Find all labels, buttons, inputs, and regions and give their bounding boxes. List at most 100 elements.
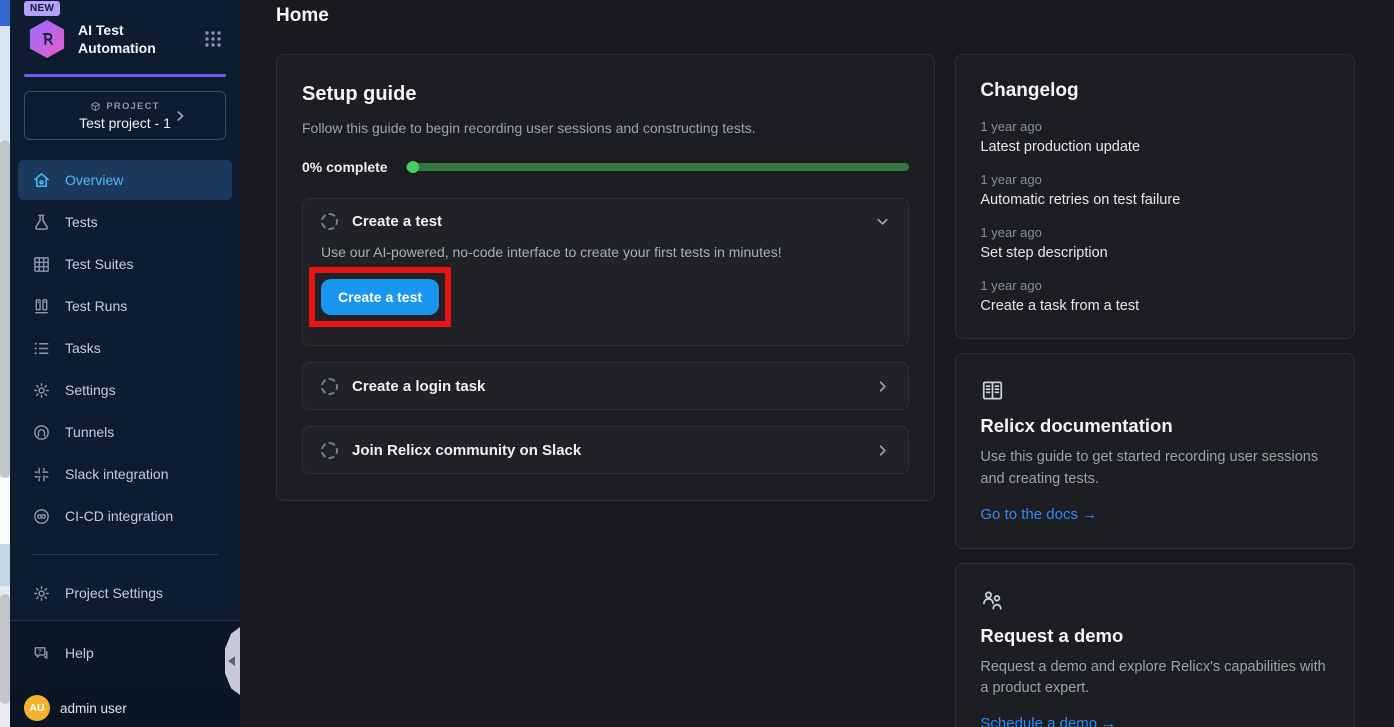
- project-name: Test project - 1: [79, 115, 171, 131]
- background-window-sliver: [0, 0, 10, 727]
- svg-text:?: ?: [38, 648, 42, 655]
- slack-icon: [32, 465, 51, 484]
- changelog-entry-title: Create a task from a test: [980, 298, 1330, 314]
- home-icon: [32, 171, 51, 190]
- setup-step-join-slack[interactable]: Join Relicx community on Slack: [302, 426, 909, 474]
- changelog-entry: 1 year ago Set step description: [980, 225, 1330, 261]
- background-segment: [0, 544, 10, 586]
- sidebar-item-label: Slack integration: [65, 466, 169, 482]
- schedule-demo-link[interactable]: Schedule a demo →: [980, 715, 1116, 727]
- changelog-entry: 1 year ago Latest production update: [980, 119, 1330, 155]
- incomplete-step-icon: [321, 213, 338, 230]
- background-segment: [0, 478, 10, 544]
- people-icon: [980, 588, 1330, 613]
- table-icon: [32, 255, 51, 274]
- step-description: Use our AI-powered, no-code interface to…: [321, 244, 890, 260]
- sidebar-item-project-settings[interactable]: Project Settings: [18, 573, 232, 613]
- sidebar-item-settings[interactable]: Settings: [18, 370, 232, 410]
- demo-description: Request a demo and explore Relicx's capa…: [980, 657, 1330, 701]
- setup-guide-card: Setup guide Follow this guide to begin r…: [276, 54, 935, 501]
- cube-icon: [90, 101, 101, 112]
- documentation-description: Use this guide to get started recording …: [980, 447, 1330, 491]
- background-segment: [0, 26, 10, 140]
- background-blue-square: [0, 0, 10, 26]
- sidebar-item-label: Test Runs: [65, 298, 127, 314]
- sidebar-item-label: Project Settings: [65, 585, 163, 601]
- changelog-time: 1 year ago: [980, 225, 1330, 240]
- changelog-time: 1 year ago: [980, 172, 1330, 187]
- tunnel-icon: [32, 423, 51, 442]
- sidebar-item-label: Settings: [65, 382, 116, 398]
- flask-icon: [32, 213, 51, 232]
- step-title: Join Relicx community on Slack: [352, 442, 581, 459]
- chevron-right-icon: [875, 443, 890, 458]
- avatar: AU: [24, 695, 50, 721]
- sidebar: NEW AI Test Automation: [10, 0, 240, 727]
- chevron-right-icon: [875, 379, 890, 394]
- user-name: admin user: [60, 701, 127, 716]
- gear-icon: [32, 381, 51, 400]
- user-menu[interactable]: AU admin user: [10, 689, 240, 727]
- sidebar-item-overview[interactable]: Overview: [18, 160, 232, 200]
- chevron-down-icon[interactable]: [875, 214, 890, 229]
- app-title: AI Test Automation: [78, 21, 156, 57]
- list-icon: [32, 339, 51, 358]
- new-badge: NEW: [24, 1, 60, 16]
- step-title: Create a login task: [352, 378, 485, 395]
- collapse-arrow-icon: [228, 656, 235, 666]
- demo-title: Request a demo: [980, 625, 1330, 647]
- annotation-highlight-box: Create a test: [309, 267, 451, 327]
- create-a-test-button[interactable]: Create a test: [321, 279, 439, 315]
- app-switcher-grid-icon[interactable]: [204, 30, 222, 48]
- sidebar-item-label: Help: [65, 645, 94, 661]
- gear-icon: [32, 584, 51, 603]
- sidebar-item-label: Overview: [65, 172, 123, 188]
- main-content: Home Setup guide Follow this guide to be…: [240, 0, 1394, 727]
- sidebar-item-label: Tunnels: [65, 424, 114, 440]
- columns-icon: [32, 297, 51, 316]
- sidebar-divider: [32, 554, 218, 555]
- sidebar-item-slack-integration[interactable]: Slack integration: [18, 454, 232, 494]
- project-selector[interactable]: PROJECT Test project - 1: [24, 91, 226, 140]
- go-to-docs-link[interactable]: Go to the docs →: [980, 506, 1097, 523]
- project-label: PROJECT: [106, 101, 159, 112]
- sidebar-item-test-runs[interactable]: Test Runs: [18, 286, 232, 326]
- sidebar-item-help[interactable]: ? Help: [18, 633, 232, 673]
- sidebar-item-test-suites[interactable]: Test Suites: [18, 244, 232, 284]
- changelog-entry-title: Latest production update: [980, 139, 1330, 155]
- background-scrollbar-thumb: [0, 140, 10, 478]
- changelog-entry-title: Automatic retries on test failure: [980, 192, 1330, 208]
- setup-step-header[interactable]: Create a test: [321, 213, 890, 230]
- changelog-entry: 1 year ago Automatic retries on test fai…: [980, 172, 1330, 208]
- progress-knob: [407, 161, 419, 173]
- changelog-entry: 1 year ago Create a task from a test: [980, 278, 1330, 314]
- documentation-title: Relicx documentation: [980, 415, 1330, 437]
- sidebar-item-label: Test Suites: [65, 256, 133, 272]
- changelog-card: Changelog 1 year ago Latest production u…: [955, 54, 1355, 339]
- step-title: Create a test: [352, 213, 442, 230]
- setup-guide-description: Follow this guide to begin recording use…: [302, 120, 909, 136]
- sidebar-item-label: CI-CD integration: [65, 508, 173, 524]
- sidebar-item-tunnels[interactable]: Tunnels: [18, 412, 232, 452]
- help-chat-icon: ?: [32, 644, 51, 663]
- sidebar-item-label: Tasks: [65, 340, 101, 356]
- changelog-title: Changelog: [980, 80, 1330, 102]
- app-logo-icon: [28, 20, 66, 58]
- setup-progress: 0% complete: [302, 159, 909, 175]
- incomplete-step-icon: [321, 378, 338, 395]
- sidebar-item-label: Tests: [65, 214, 98, 230]
- sidebar-item-cicd-integration[interactable]: CI-CD integration: [18, 496, 232, 536]
- cicd-icon: [32, 507, 51, 526]
- setup-step-create-login-task[interactable]: Create a login task: [302, 362, 909, 410]
- changelog-time: 1 year ago: [980, 278, 1330, 293]
- page-title: Home: [276, 0, 1355, 27]
- documentation-card: Relicx documentation Use this guide to g…: [955, 353, 1355, 549]
- background-scrollbar-thumb: [0, 594, 10, 704]
- sidebar-item-tests[interactable]: Tests: [18, 202, 232, 242]
- setup-guide-title: Setup guide: [302, 83, 909, 106]
- news-icon: [980, 378, 1330, 403]
- chevron-right-icon: [173, 109, 187, 123]
- sidebar-item-tasks[interactable]: Tasks: [18, 328, 232, 368]
- sidebar-bottom-section: ? Help AU admin user: [10, 620, 240, 727]
- sidebar-nav: Overview Tests Test Suites: [10, 154, 240, 613]
